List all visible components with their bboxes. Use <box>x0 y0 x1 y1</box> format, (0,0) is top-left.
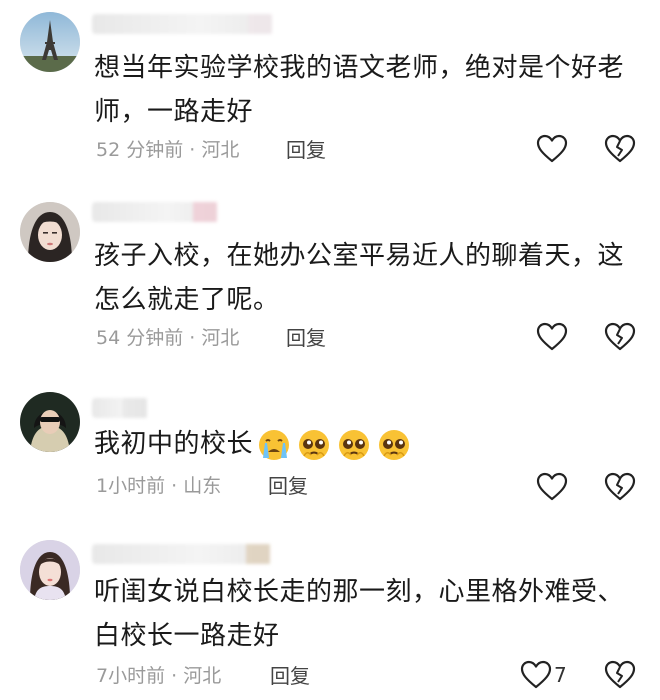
avatar[interactable] <box>20 12 80 72</box>
username-blurred[interactable] <box>92 544 270 564</box>
comment-meta: 52 分钟前 · 河北 <box>96 136 239 164</box>
person-sunglasses-avatar-icon <box>20 392 80 452</box>
comment-item: 想当年实验学校我的语文老师，绝对是个好老 师，一路走好 52 分钟前 · 河北 … <box>0 0 660 180</box>
comment-item: 我初中的校长 1小时前 · 山东 回复 <box>0 380 660 520</box>
heart-outline-icon[interactable] <box>536 322 568 352</box>
broken-heart-icon[interactable] <box>604 134 636 164</box>
comment-list: 想当年实验学校我的语文老师，绝对是个好老 师，一路走好 52 分钟前 · 河北 … <box>0 0 660 700</box>
comment-time: 54 分钟前 <box>96 327 184 349</box>
eiffel-tower-avatar-icon <box>20 12 80 72</box>
comment-text: 听闺女说白校长走的那一刻，心里格外难受、 白校长一路走好 <box>94 577 625 651</box>
comment-time: 1小时前 <box>96 475 166 497</box>
comment-location: 河北 <box>201 327 240 349</box>
girl-portrait-avatar-icon <box>20 540 80 600</box>
comment-location: 山东 <box>183 475 222 497</box>
comment-time: 52 分钟前 <box>96 139 184 161</box>
username-blurred[interactable] <box>92 202 217 222</box>
comment-meta: 7小时前 · 河北 <box>96 662 221 690</box>
pleading-face-icon <box>339 429 370 460</box>
meta-separator: · <box>171 475 178 497</box>
name-tint <box>123 398 147 418</box>
like-count: 7 <box>554 663 567 687</box>
pleading-face-icon <box>379 429 410 460</box>
meta-separator: · <box>171 665 178 687</box>
broken-heart-icon[interactable] <box>604 660 636 690</box>
comment-meta: 1小时前 · 山东 <box>96 472 221 500</box>
comment-time: 7小时前 <box>96 665 166 687</box>
heart-outline-icon[interactable] <box>520 660 552 690</box>
comment-meta: 54 分钟前 · 河北 <box>96 324 239 352</box>
comment-text: 孩子入校，在她办公室平易近人的聊着天，这 怎么就走了呢。 <box>94 241 625 315</box>
comment-text: 我初中的校长 <box>94 422 634 466</box>
broken-heart-icon[interactable] <box>604 472 636 502</box>
pleading-face-icon <box>299 429 330 460</box>
reply-button[interactable]: 回复 <box>286 324 326 352</box>
reply-button[interactable]: 回复 <box>286 136 326 164</box>
comment-location: 河北 <box>183 665 222 687</box>
crying-face-icon <box>259 429 290 460</box>
name-tint <box>193 202 217 222</box>
avatar[interactable] <box>20 392 80 452</box>
meta-separator: · <box>189 327 196 349</box>
username-blurred[interactable] <box>92 14 272 34</box>
heart-outline-icon[interactable] <box>536 134 568 164</box>
comment-item: 孩子入校，在她办公室平易近人的聊着天，这 怎么就走了呢。 54 分钟前 · 河北… <box>0 190 660 370</box>
name-tint <box>246 544 270 564</box>
comment-item: 听闺女说白校长走的那一刻，心里格外难受、 白校长一路走好 7小时前 · 河北 回… <box>0 530 660 700</box>
reply-button[interactable]: 回复 <box>270 662 310 690</box>
username-blurred[interactable] <box>92 398 147 418</box>
heart-outline-icon[interactable] <box>536 472 568 502</box>
avatar[interactable] <box>20 540 80 600</box>
meta-separator: · <box>189 139 196 161</box>
emoji-group <box>257 428 411 462</box>
reply-button[interactable]: 回复 <box>268 472 308 500</box>
comment-text: 想当年实验学校我的语文老师，绝对是个好老 师，一路走好 <box>94 53 625 127</box>
woman-portrait-avatar-icon <box>20 202 80 262</box>
broken-heart-icon[interactable] <box>604 322 636 352</box>
comment-location: 河北 <box>201 139 240 161</box>
avatar[interactable] <box>20 202 80 262</box>
